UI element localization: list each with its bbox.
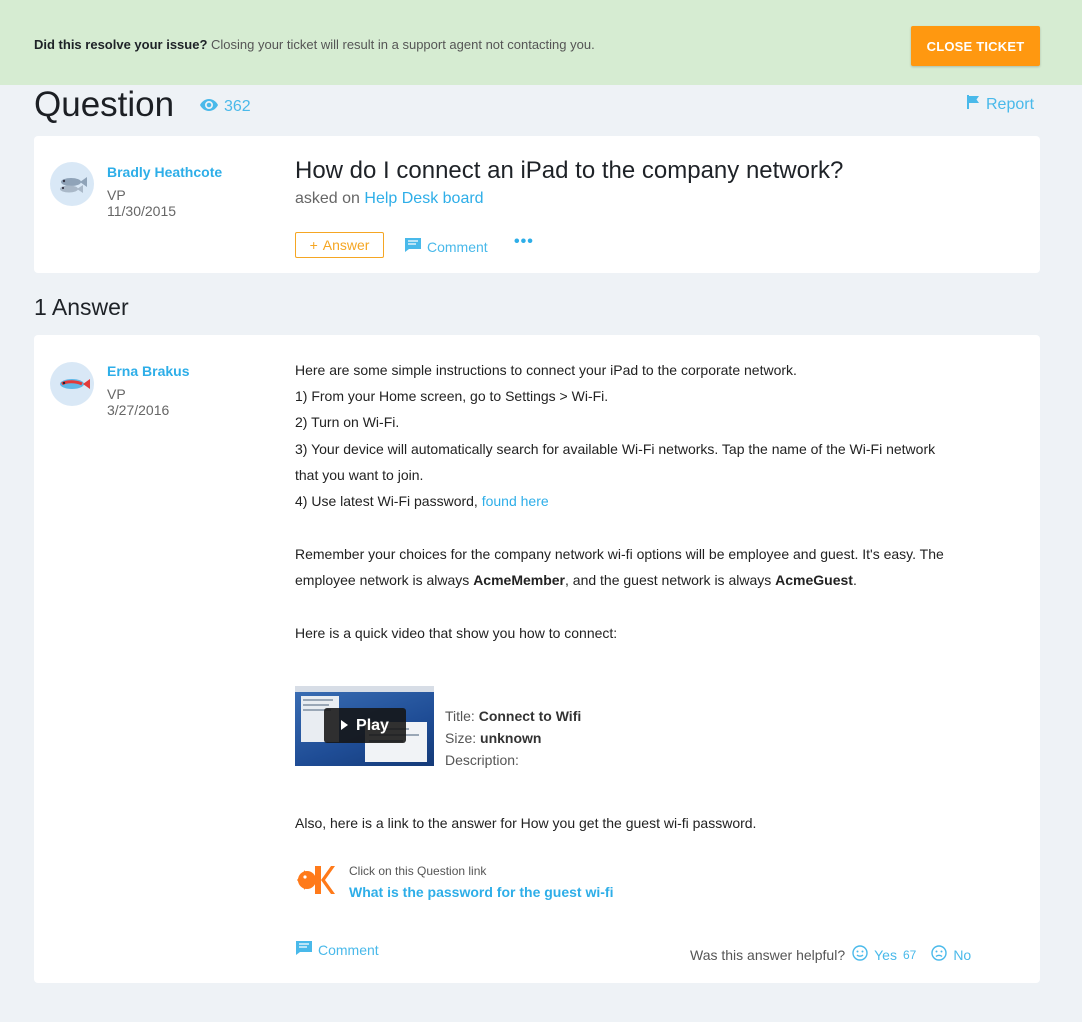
question-author-role: VP (107, 187, 126, 203)
remember-line-2: employee network is always AcmeMember, a… (295, 571, 857, 589)
question-comment-link[interactable]: Comment (405, 238, 488, 255)
step-3-continued: that you want to join. (295, 467, 424, 483)
plus-icon: + (309, 237, 318, 253)
remember-text-c: . (852, 572, 857, 588)
answers-heading: 1 Answer (34, 294, 129, 320)
more-options-button[interactable]: ••• (514, 234, 534, 250)
report-link[interactable]: Report (966, 95, 1034, 114)
answer-author-name[interactable]: Erna Brakus (107, 363, 189, 379)
comment-icon (405, 238, 421, 255)
comment-icon (296, 941, 312, 958)
asked-on: asked on Help Desk board (295, 190, 484, 208)
answer-button[interactable]: + Answer (295, 232, 384, 258)
remember-line-1: Remember your choices for the company ne… (295, 546, 944, 562)
video-size-value: unknown (480, 730, 542, 746)
answer-card: Erna Brakus VP 3/27/2016 Here are some s… (34, 335, 1040, 983)
answer-comment-link[interactable]: Comment (296, 941, 379, 958)
step-4: 4) Use latest Wi-Fi password, found here (295, 492, 549, 510)
found-here-link[interactable]: found here (482, 493, 549, 509)
fish-icon (60, 177, 87, 193)
helpful-label: Was this answer helpful? (690, 946, 846, 963)
banner-message: Closing your ticket will result in a sup… (207, 37, 595, 52)
question-link[interactable]: What is the password for the guest wi-fi (349, 884, 613, 900)
step-1: 1) From your Home screen, go to Settings… (295, 388, 609, 404)
no-vote-button[interactable]: No (931, 945, 971, 964)
question-title: How do I connect an iPad to the company … (295, 157, 844, 184)
video-title-label: Title: (445, 708, 479, 724)
yes-label: Yes (874, 946, 897, 963)
step-4-text: 4) Use latest Wi-Fi password, (295, 493, 482, 509)
answer-comment-label: Comment (318, 941, 379, 958)
video-intro: Here is a quick video that show you how … (295, 625, 618, 641)
answer-date: 3/27/2016 (107, 402, 170, 418)
remember-text-a: employee network is always (295, 572, 474, 588)
answer-author-avatar[interactable] (50, 362, 94, 406)
step-3: 3) Your device will automatically search… (295, 441, 936, 457)
question-link-caption: Click on this Question link (349, 864, 487, 878)
question-link-icon (295, 864, 335, 896)
question-card: Bradly Heathcote VP 11/30/2015 How do I … (34, 136, 1040, 273)
asked-prefix: asked on (295, 190, 360, 207)
close-ticket-button[interactable]: CLOSE TICKET (911, 26, 1040, 66)
fish-icon (60, 379, 90, 389)
video-size-label: Size: (445, 730, 481, 746)
answer-author-role: VP (107, 386, 126, 402)
resolve-banner: Did this resolve your issue? Closing you… (0, 0, 1082, 85)
flag-icon (966, 95, 980, 114)
acme-member: AcmeMember (473, 572, 566, 588)
video-description: Description: (445, 752, 519, 768)
comment-label: Comment (427, 238, 488, 255)
page-title: Question (34, 85, 175, 124)
question-author-avatar[interactable] (50, 162, 94, 206)
remember-text-b: , and the guest network is always (565, 572, 776, 588)
yes-count: 67 (902, 947, 917, 962)
play-button[interactable]: Play (324, 708, 406, 743)
video-title: Title: Connect to Wifi (445, 708, 581, 724)
board-link[interactable]: Help Desk board (364, 190, 483, 207)
view-count-value: 362 (224, 98, 251, 115)
play-icon (341, 717, 349, 735)
banner-question: Did this resolve your issue? (34, 37, 208, 52)
link-intro: Also, here is a link to the answer for H… (295, 815, 757, 831)
video-title-value: Connect to Wifi (478, 708, 582, 724)
smiley-icon (852, 945, 868, 964)
no-label: No (953, 946, 972, 963)
answer-label: Answer (322, 237, 370, 253)
yes-vote-button[interactable]: Yes 67 (852, 945, 916, 964)
view-count: 362 (200, 98, 251, 116)
play-label: Play (356, 716, 389, 734)
frown-icon (931, 945, 948, 964)
video-size: Size: unknown (445, 730, 541, 746)
acme-guest: AcmeGuest (775, 572, 853, 588)
eye-icon (200, 98, 218, 116)
report-label: Report (986, 95, 1035, 113)
answer-intro: Here are some simple instructions to con… (295, 362, 797, 378)
question-author-name[interactable]: Bradly Heathcote (107, 164, 222, 180)
helpful-feedback: Was this answer helpful? Yes 67 No (690, 945, 971, 964)
video-thumbnail[interactable]: Play (295, 686, 434, 766)
step-2: 2) Turn on Wi-Fi. (295, 414, 400, 430)
question-date: 11/30/2015 (107, 203, 177, 219)
banner-text: Did this resolve your issue? Closing you… (34, 37, 595, 52)
